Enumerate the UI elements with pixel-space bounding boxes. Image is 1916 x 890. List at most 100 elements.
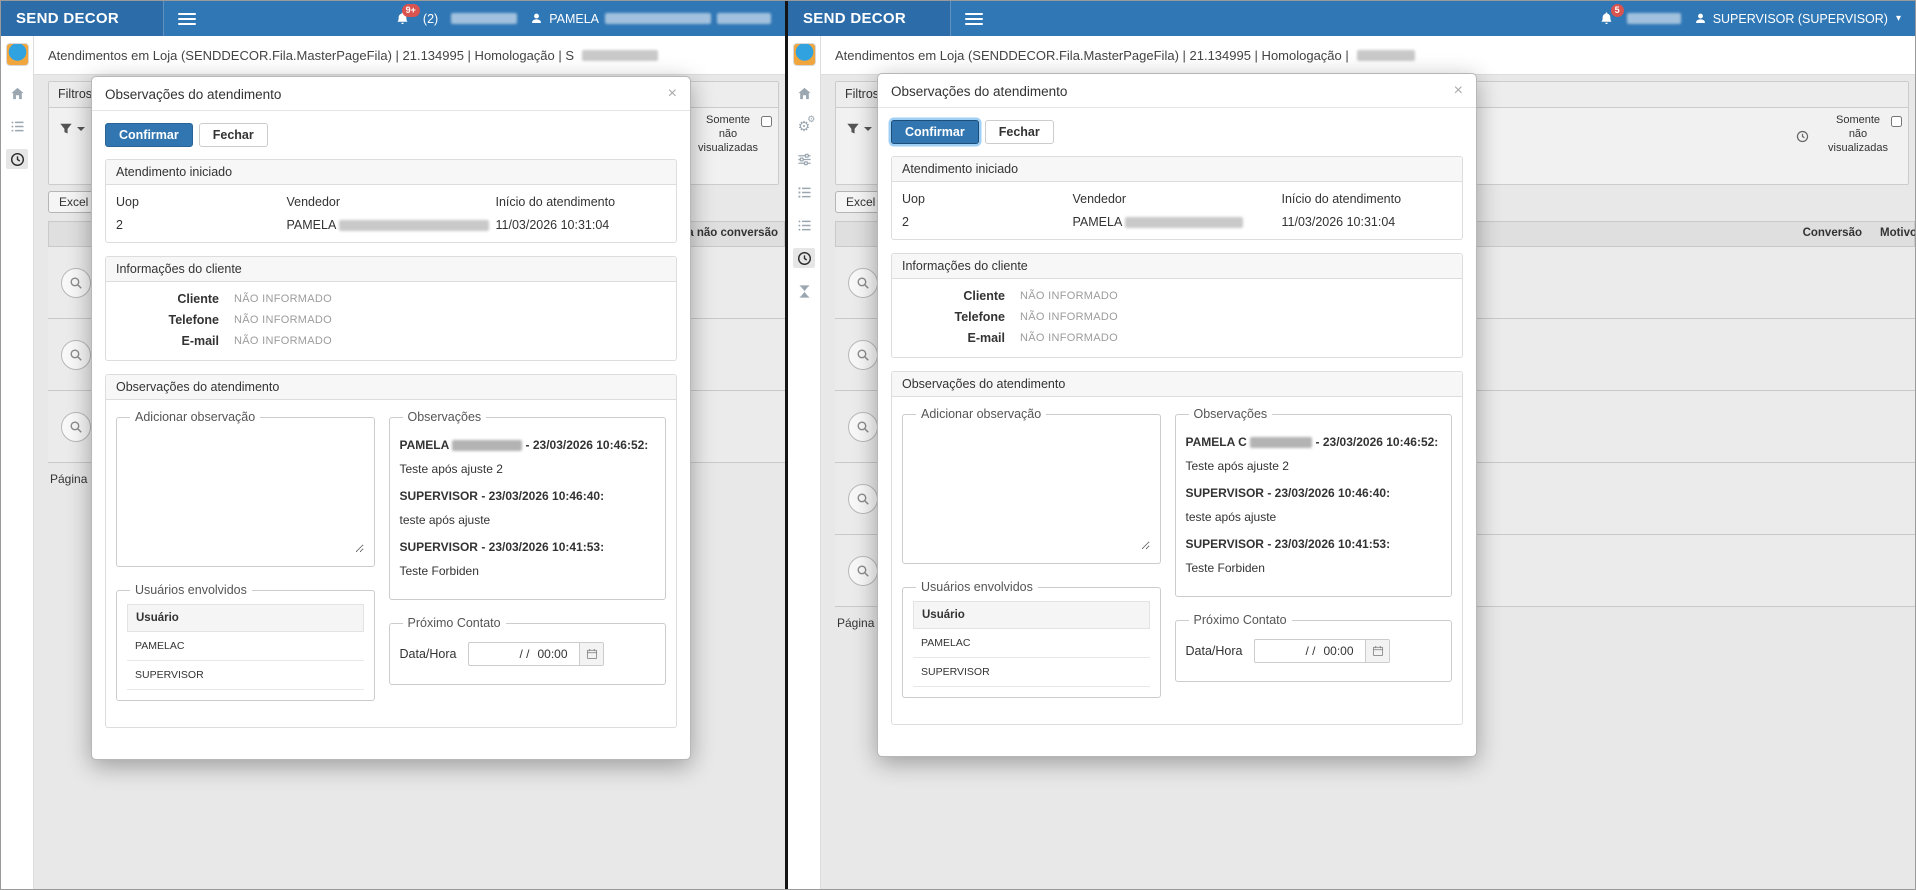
- add-observation-textarea[interactable]: [127, 431, 364, 553]
- clock-icon[interactable]: [6, 149, 28, 169]
- redacted-text: [1627, 13, 1681, 24]
- confirmar-button[interactable]: Confirmar: [105, 123, 193, 147]
- entry-text: Teste após ajuste 2: [1186, 459, 1442, 473]
- user-menu[interactable]: SUPERVISOR (SUPERVISOR) ▾: [1694, 12, 1901, 26]
- section-heading: Informações do cliente: [106, 257, 676, 282]
- notification-badge: 9+: [402, 4, 420, 17]
- magnifier-icon[interactable]: [848, 268, 878, 298]
- only-unviewed-checkbox[interactable]: [761, 116, 772, 127]
- cliente-label: Cliente: [902, 289, 1020, 303]
- close-icon[interactable]: ×: [668, 86, 677, 102]
- add-observation-textarea[interactable]: [913, 428, 1150, 550]
- magnifier-icon[interactable]: [61, 340, 91, 370]
- informacoes-cliente-section: Informações do cliente ClienteNÃO INFORM…: [105, 256, 677, 361]
- observacoes-list-fieldset: Observações PAMELA - 23/03/2026 10:46:52…: [389, 410, 667, 600]
- menu-toggle-button[interactable]: [164, 1, 210, 36]
- users-table: Usuário PAMELAC SUPERVISOR: [127, 604, 364, 690]
- magnifier-icon[interactable]: [848, 556, 878, 586]
- only-unviewed-label: Somente não visualizadas: [1826, 114, 1890, 155]
- magnifier-icon[interactable]: [61, 268, 91, 298]
- home-icon[interactable]: [793, 83, 815, 103]
- vendedor-value: PAMELA: [1073, 215, 1122, 229]
- observacoes-section: Observações do atendimento Adicionar obs…: [105, 374, 677, 728]
- vendedor-label: Vendedor: [287, 195, 496, 209]
- user-menu[interactable]: PAMELA: [530, 12, 771, 26]
- fechar-button[interactable]: Fechar: [199, 123, 268, 147]
- vendedor-value: PAMELA: [287, 218, 336, 232]
- filter-dropdown-button[interactable]: [59, 122, 85, 136]
- app-logo-icon[interactable]: [6, 43, 29, 66]
- redacted-text: [1125, 217, 1243, 228]
- observation-entry: SUPERVISOR - 23/03/2026 10:41:53: Teste …: [1186, 535, 1442, 575]
- notifications-bell[interactable]: 9+: [395, 11, 410, 26]
- brand-logo[interactable]: SEND DECOR: [788, 1, 951, 36]
- app-logo-icon[interactable]: [793, 43, 816, 66]
- uop-value: 2: [116, 218, 287, 232]
- fieldset-legend: Observações: [1189, 407, 1273, 421]
- list-icon[interactable]: [793, 215, 815, 235]
- email-value: NÃO INFORMADO: [1020, 332, 1118, 344]
- close-icon[interactable]: ×: [1454, 83, 1463, 99]
- adicionar-observacao-fieldset: Adicionar observação: [116, 410, 375, 567]
- only-unviewed-control: Somente não visualizadas: [1810, 114, 1906, 155]
- person-icon: [530, 12, 543, 25]
- brand-logo[interactable]: SEND DECOR: [1, 1, 164, 36]
- fechar-button[interactable]: Fechar: [985, 120, 1054, 144]
- list-ol-icon[interactable]: [793, 182, 815, 202]
- calendar-icon[interactable]: [1365, 640, 1389, 662]
- page-title-bar: Atendimentos em Loja (SENDDECOR.Fila.Mas…: [34, 36, 785, 75]
- redacted-text: [451, 13, 517, 24]
- entry-text: Teste após ajuste 2: [400, 462, 656, 476]
- date-input[interactable]: / /: [1255, 640, 1321, 662]
- navbar: SEND DECOR 9+ (2) PAMELA: [1, 1, 785, 36]
- observacoes-modal: Observações do atendimento × Confirmar F…: [877, 73, 1477, 757]
- inicio-value: 11/03/2026 10:31:04: [496, 218, 667, 232]
- magnifier-icon[interactable]: [61, 412, 91, 442]
- modal-title: Observações do atendimento: [105, 87, 281, 102]
- time-input[interactable]: 00:00: [535, 643, 579, 665]
- magnifier-icon[interactable]: [848, 340, 878, 370]
- redacted-text: [582, 50, 658, 61]
- only-unviewed-checkbox[interactable]: [1891, 116, 1902, 127]
- hourglass-icon[interactable]: [793, 281, 815, 301]
- clock-icon[interactable]: [793, 248, 815, 268]
- inicio-label: Início do atendimento: [1282, 192, 1453, 206]
- sliders-icon[interactable]: [793, 149, 815, 169]
- funnel-icon: [59, 122, 73, 136]
- section-heading: Observações do atendimento: [106, 375, 676, 400]
- informacoes-cliente-section: Informações do cliente ClienteNÃO INFORM…: [891, 253, 1463, 358]
- entry-text: teste após ajuste: [1186, 510, 1442, 524]
- fieldset-legend: Usuários envolvidos: [130, 583, 252, 597]
- chevron-down-icon: [864, 127, 872, 131]
- entry-datetime: - 23/03/2026 10:41:53:: [481, 540, 604, 554]
- redacted-text: [339, 220, 489, 231]
- menu-toggle-button[interactable]: [951, 1, 997, 36]
- table-row: PAMELAC: [127, 632, 364, 661]
- gears-icon[interactable]: ⚙⚙: [793, 116, 815, 136]
- entry-author: PAMELA: [400, 438, 449, 452]
- filter-dropdown-button[interactable]: [846, 122, 872, 136]
- telefone-label: Telefone: [116, 313, 234, 327]
- clock-icon: [1796, 130, 1809, 143]
- observation-entry: SUPERVISOR - 23/03/2026 10:46:40: teste …: [1186, 484, 1442, 524]
- fieldset-legend: Adicionar observação: [130, 410, 260, 424]
- time-input[interactable]: 00:00: [1321, 640, 1365, 662]
- navbar: SEND DECOR 5 SUPERVISOR (SUPERVISOR) ▾: [788, 1, 1915, 36]
- uop-value: 2: [902, 215, 1073, 229]
- list-icon[interactable]: [6, 116, 28, 136]
- uop-label: Uop: [902, 192, 1073, 206]
- confirmar-button[interactable]: Confirmar: [891, 120, 979, 144]
- fieldset-legend: Próximo Contato: [403, 616, 506, 630]
- entry-text: Teste Forbiden: [400, 564, 656, 578]
- datahora-label: Data/Hora: [1186, 644, 1243, 658]
- home-icon[interactable]: [6, 83, 28, 103]
- section-heading: Observações do atendimento: [892, 372, 1462, 397]
- calendar-icon[interactable]: [579, 643, 603, 665]
- magnifier-icon[interactable]: [848, 484, 878, 514]
- observacoes-modal: Observações do atendimento × Confirmar F…: [91, 76, 691, 760]
- telefone-label: Telefone: [902, 310, 1020, 324]
- notifications-bell[interactable]: 5: [1599, 11, 1614, 26]
- redacted-text: [1357, 50, 1415, 61]
- date-input[interactable]: / /: [469, 643, 535, 665]
- magnifier-icon[interactable]: [848, 412, 878, 442]
